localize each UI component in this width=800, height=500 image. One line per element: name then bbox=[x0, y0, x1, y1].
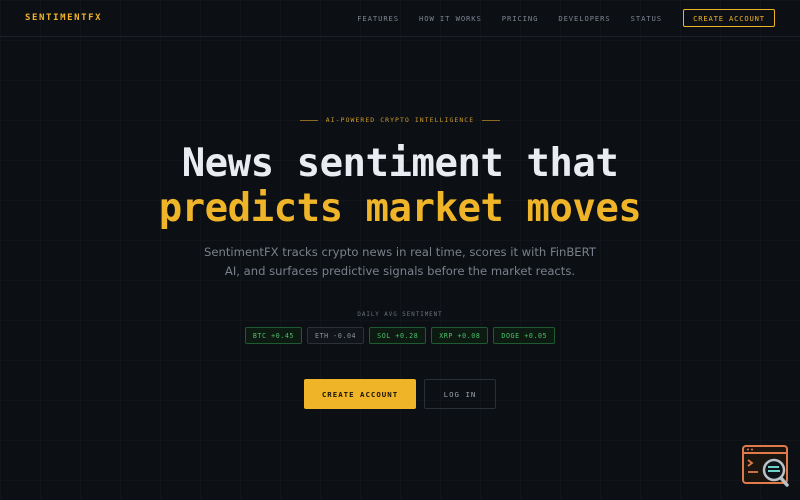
hero-subtitle: SentimentFX tracks crypto news in real t… bbox=[204, 245, 596, 278]
eyebrow-divider-right bbox=[482, 119, 501, 121]
eyebrow-divider-left bbox=[299, 119, 318, 121]
hero-actions: CREATE ACCOUNT LOG IN bbox=[0, 379, 800, 409]
log-in-button[interactable]: LOG IN bbox=[424, 379, 496, 409]
sentiment-label: DAILY AVG SENTIMENT bbox=[357, 312, 443, 318]
create-account-button[interactable]: CREATE ACCOUNT bbox=[304, 379, 416, 409]
hero-headline-line1: News sentiment that bbox=[181, 141, 619, 186]
sentiment-chip-eth: ETH -0.04 bbox=[307, 327, 365, 344]
nav-link-how-it-works[interactable]: HOW IT WORKS bbox=[419, 14, 482, 23]
nav-link-features[interactable]: FEATURES bbox=[357, 14, 399, 23]
nav-links: FEATURES HOW IT WORKS PRICING DEVELOPERS… bbox=[337, 9, 775, 27]
sentiment-chips: BTC +0.45 ETH -0.04 SOL +0.28 XRP +0.08 … bbox=[0, 327, 800, 344]
nav-link-pricing[interactable]: PRICING bbox=[502, 14, 539, 23]
sentiment-chip-xrp: XRP +0.08 bbox=[431, 327, 489, 344]
nav-link-status[interactable]: STATUS bbox=[631, 14, 662, 23]
sentiment-chip-btc: BTC +0.45 bbox=[244, 327, 302, 344]
sentiment-chip-sol: SOL +0.28 bbox=[369, 327, 427, 344]
brand-logo[interactable]: SENTIMENTFX bbox=[25, 13, 102, 23]
eyebrow-text: AI-POWERED CRYPTO INTELLIGENCE bbox=[325, 116, 475, 124]
hero-eyebrow: AI-POWERED CRYPTO INTELLIGENCE bbox=[0, 116, 800, 124]
nav-link-developers[interactable]: DEVELOPERS bbox=[558, 14, 610, 23]
console-search-icon[interactable] bbox=[742, 445, 790, 487]
hero-headline-line2: predicts market moves bbox=[158, 186, 642, 231]
nav-create-account-button[interactable]: CREATE ACCOUNT bbox=[683, 9, 775, 27]
sentiment-chip-doge: DOGE +0.05 bbox=[493, 327, 556, 344]
top-nav: SENTIMENTFX FEATURES HOW IT WORKS PRICIN… bbox=[0, 0, 800, 37]
